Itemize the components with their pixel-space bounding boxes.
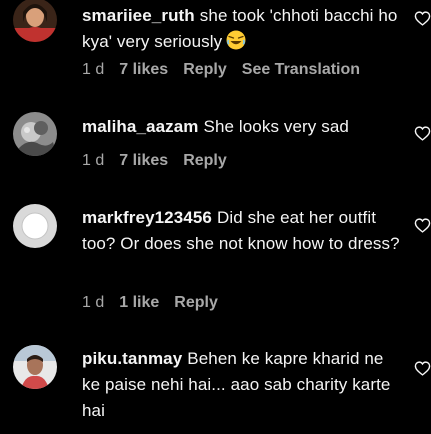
comment-time: 1 d [82,61,105,78]
comment-time: 1 d [82,152,105,169]
comment-meta: 1 d 7 likes Reply See Translation [82,60,375,80]
see-translation-button[interactable]: See Translation [242,61,360,78]
reply-button[interactable]: Reply [183,152,227,169]
avatar[interactable] [13,0,57,42]
avatar[interactable] [13,112,57,156]
heart-outline-icon[interactable] [414,217,431,234]
comment-body: smariiee_ruth she took 'chhoti bacchi ho … [82,3,400,55]
comment-likes[interactable]: 7 likes [119,152,168,169]
comment-body: piku.tanmay Behen ke kapre kharid ne ke p… [82,346,400,424]
comment-likes[interactable]: 1 like [119,294,159,311]
reply-button[interactable]: Reply [183,61,227,78]
comment-meta: 1 d 7 likes Reply [82,151,242,171]
laughing-emoji-icon [226,30,246,50]
heart-outline-icon[interactable] [414,360,431,377]
comment-time: 1 d [82,294,105,311]
comment-username[interactable]: markfrey123456 [82,208,212,227]
comment-username[interactable]: smariiee_ruth [82,6,195,25]
comment-likes[interactable]: 7 likes [119,61,168,78]
comment-body: markfrey123456 Did she eat her outfit too… [82,205,400,257]
heart-outline-icon[interactable] [414,125,431,142]
heart-outline-icon[interactable] [414,10,431,27]
avatar[interactable] [13,345,57,389]
comment-body: maliha_aazam She looks very sad [82,114,400,140]
avatar[interactable] [13,204,57,248]
reply-button[interactable]: Reply [174,294,218,311]
comment-text: She looks very sad [203,117,349,136]
comment-username[interactable]: maliha_aazam [82,117,199,136]
comment-username[interactable]: piku.tanmay [82,349,182,368]
comment-meta: 1 d 1 like Reply [82,293,233,313]
